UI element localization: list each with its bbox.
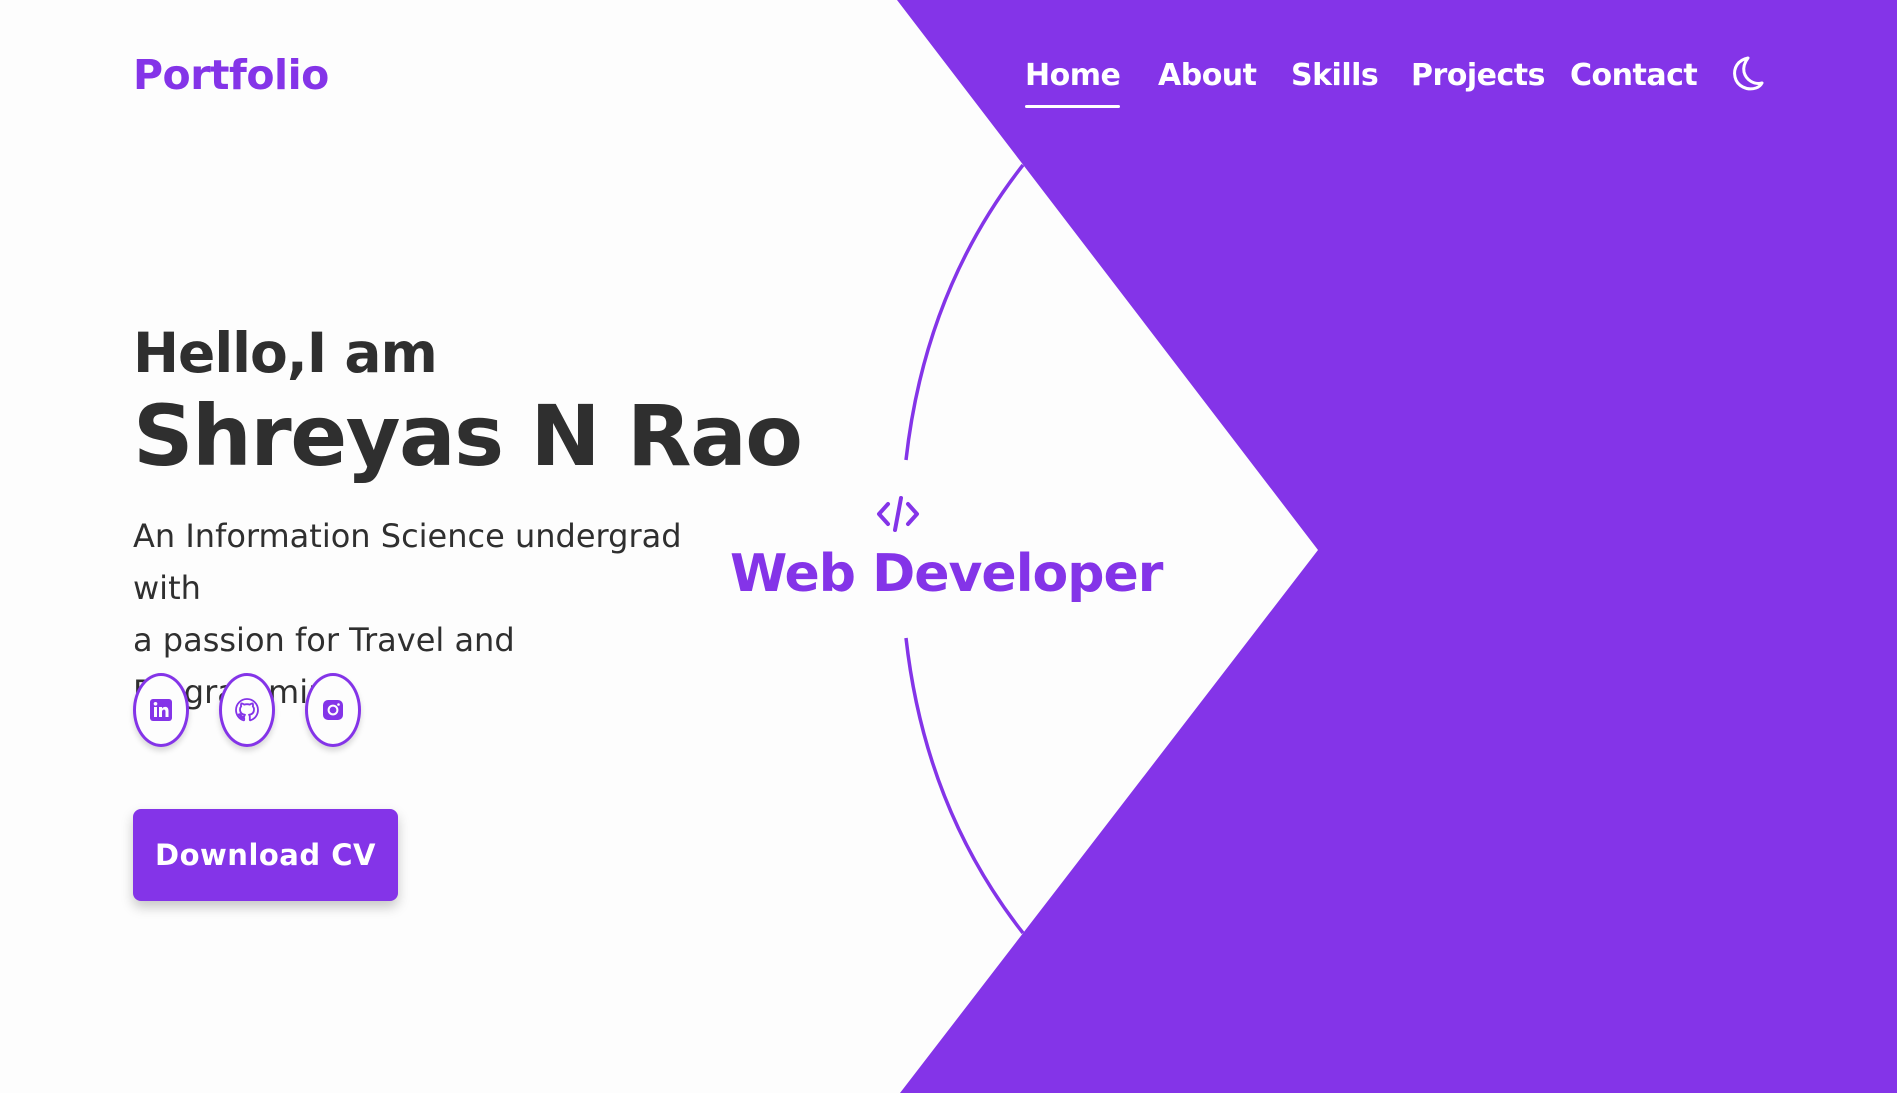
github-button[interactable] bbox=[219, 673, 275, 747]
nav-home[interactable]: Home bbox=[1025, 52, 1121, 108]
hero-description-line-1: An Information Science undergrad with bbox=[133, 517, 682, 607]
moon-icon[interactable] bbox=[1724, 52, 1768, 96]
instagram-icon bbox=[323, 700, 343, 720]
nav-skills[interactable]: Skills bbox=[1291, 52, 1379, 100]
nav-contact[interactable]: Contact bbox=[1570, 52, 1698, 100]
hero-intro: Hello,I am Shreyas N Rao An Information … bbox=[133, 318, 803, 718]
main-nav: Home About Skills Projects Contact bbox=[1000, 52, 1800, 112]
instagram-button[interactable] bbox=[305, 673, 361, 747]
decorative-arc-top bbox=[904, 163, 1025, 461]
github-icon bbox=[235, 698, 259, 722]
portfolio-page: Portfolio Home About Skills Projects Con… bbox=[0, 0, 1897, 1093]
hero-name: Shreyas N Rao bbox=[133, 387, 803, 485]
site-logo[interactable]: Portfolio bbox=[133, 46, 329, 104]
linkedin-button[interactable] bbox=[133, 673, 189, 747]
decorative-arc-bottom bbox=[904, 637, 1025, 935]
code-icon bbox=[877, 496, 919, 532]
role-label: Web Developer bbox=[730, 490, 1163, 606]
download-cv-button[interactable]: Download CV bbox=[133, 809, 398, 901]
nav-projects[interactable]: Projects bbox=[1411, 52, 1546, 100]
hero-greeting: Hello,I am bbox=[133, 321, 438, 385]
linkedin-icon bbox=[150, 699, 172, 721]
social-links bbox=[133, 673, 393, 753]
role-title: Web Developer bbox=[730, 544, 1163, 604]
nav-about[interactable]: About bbox=[1158, 52, 1257, 100]
